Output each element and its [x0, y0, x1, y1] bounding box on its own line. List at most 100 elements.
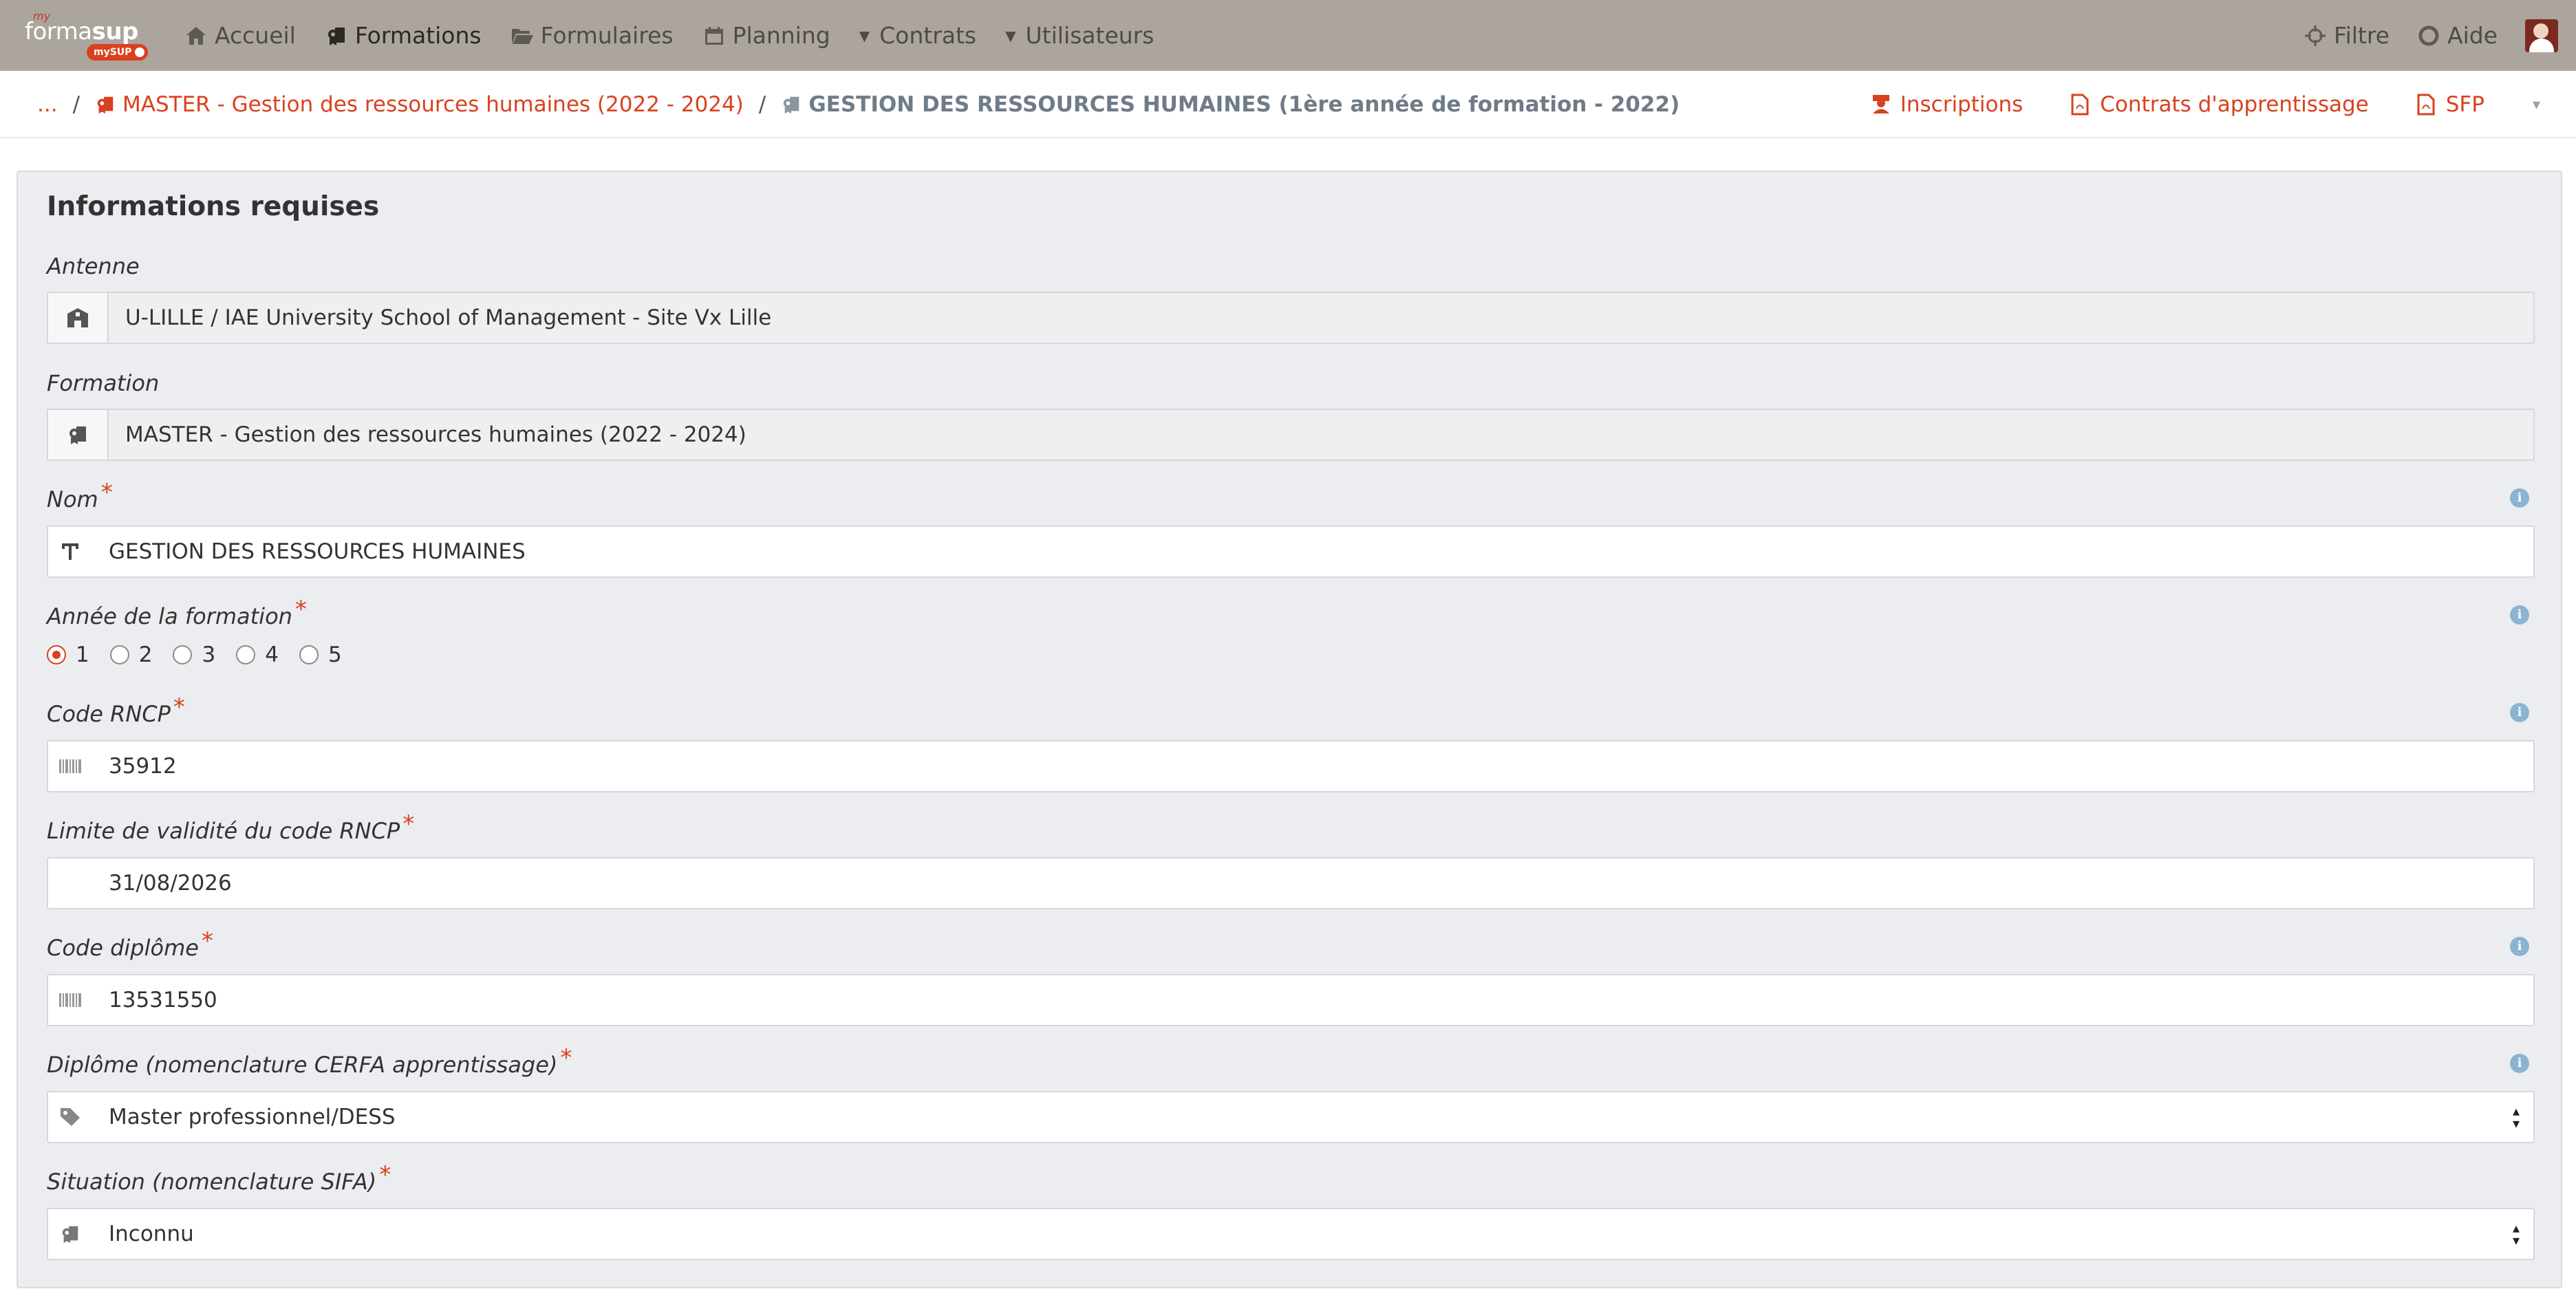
annee-radio-5[interactable]: 5 — [299, 642, 342, 667]
required-info-panel: Informations requises Antenne U-LILLE / … — [17, 171, 2562, 1288]
top-navbar: my formasup mySUP Accueil Formations For… — [0, 0, 2576, 71]
panel-title: Informations requises — [47, 191, 380, 222]
nav-item-label: Formations — [354, 22, 482, 49]
annee-radio-group: 1 2 3 4 5 — [47, 642, 363, 667]
limite-value: 31/08/2026 — [109, 871, 232, 896]
formation-icon — [781, 94, 802, 115]
info-icon[interactable]: i — [2510, 703, 2529, 722]
calendar-icon — [48, 858, 92, 908]
contrats-link[interactable]: Contrats d'apprentissage — [2071, 92, 2369, 117]
pdf-file-icon — [2071, 94, 2090, 116]
breadcrumb-parent[interactable]: MASTER - Gestion des ressources humaines… — [95, 92, 744, 117]
annee-radio-3[interactable]: 3 — [173, 642, 215, 667]
select-arrows-icon: ▴ ▾ — [2512, 1220, 2520, 1248]
formasup-logo[interactable]: my formasup mySUP — [25, 7, 149, 62]
radio-dot[interactable] — [47, 645, 66, 664]
diplome-code-input[interactable]: 13531550 — [47, 974, 2535, 1026]
nav-item-formations[interactable]: Formations — [325, 0, 482, 71]
antenne-field: U-LILLE / IAE University School of Manag… — [47, 292, 2535, 344]
formation-icon — [48, 1209, 92, 1259]
logo-badge: mySUP — [87, 44, 149, 61]
caret-down-icon: ▼ — [1005, 27, 1016, 44]
formation-icon — [48, 410, 109, 459]
diplome-code-value: 13531550 — [109, 988, 217, 1012]
nav-item-formulaires[interactable]: Formulaires — [511, 0, 674, 71]
nav-item-planning[interactable]: Planning — [702, 0, 830, 71]
required-asterisk: * — [294, 596, 307, 623]
select-arrows-icon: ▴ ▾ — [2512, 1103, 2520, 1131]
formation-icon — [95, 94, 116, 115]
breadcrumb-current-label: GESTION DES RESSOURCES HUMAINES (1ère an… — [808, 92, 1680, 117]
radio-dot[interactable] — [299, 645, 319, 664]
limite-label: Limite de validité du code RNCP * — [47, 810, 415, 844]
formation-value: MASTER - Gestion des ressources humaines… — [125, 422, 747, 447]
caret-down-icon: ▼ — [859, 27, 870, 44]
radio-dot[interactable] — [236, 645, 256, 664]
annee-radio-2[interactable]: 2 — [109, 642, 152, 667]
limite-date-input[interactable]: 31/08/2026 — [47, 857, 2535, 909]
annee-label: Année de la formation * — [47, 596, 307, 629]
user-avatar[interactable] — [2525, 19, 2558, 52]
sifa-label: Situation (nomenclature SIFA) * — [47, 1161, 391, 1195]
nom-input[interactable]: GESTION DES RESSOURCES HUMAINES — [47, 526, 2535, 578]
nav-item-label: Contrats — [879, 22, 977, 49]
info-icon[interactable]: i — [2510, 1054, 2529, 1073]
text-icon — [48, 527, 92, 576]
sfp-link[interactable]: SFP — [2417, 92, 2484, 117]
nav-item-filtre[interactable]: Filtre — [2304, 0, 2390, 71]
annee-radio-4[interactable]: 4 — [236, 642, 279, 667]
calendar-icon — [702, 24, 726, 47]
contrats-label: Contrats d'apprentissage — [2100, 92, 2369, 117]
formation-field: MASTER - Gestion des ressources humaines… — [47, 409, 2535, 461]
required-asterisk: * — [560, 1044, 572, 1072]
nom-value: GESTION DES RESSOURCES HUMAINES — [109, 539, 526, 564]
nav-item-label: Planning — [732, 22, 830, 49]
nav-item-aide[interactable]: Aide — [2417, 0, 2498, 71]
breadcrumb-parent-label: MASTER - Gestion des ressources humaines… — [122, 92, 744, 117]
nav-item-contrats[interactable]: ▼ Contrats — [859, 0, 976, 71]
cerfa-select[interactable]: Master professionnel/DESS ▴ ▾ — [47, 1091, 2535, 1143]
nav-item-label: Formulaires — [540, 22, 674, 49]
antenne-value: U-LILLE / IAE University School of Manag… — [125, 305, 772, 330]
radio-dot[interactable] — [173, 645, 193, 664]
action-links: Inscriptions Contrats d'apprentissage SF… — [1871, 71, 2576, 138]
info-icon[interactable]: i — [2510, 937, 2529, 956]
info-icon[interactable]: i — [2510, 605, 2529, 625]
nav-item-utilisateurs[interactable]: ▼ Utilisateurs — [1005, 0, 1154, 71]
sifa-select[interactable]: Inconnu ▴ ▾ — [47, 1208, 2535, 1260]
breadcrumb: ... / MASTER - Gestion des ressources hu… — [37, 71, 1679, 138]
nav-item-label: Accueil — [215, 22, 296, 49]
rncp-input[interactable]: 35912 — [47, 740, 2535, 792]
lifebuoy-icon — [2417, 24, 2440, 47]
rncp-value: 35912 — [109, 754, 177, 779]
required-asterisk: * — [173, 693, 185, 721]
sfp-label: SFP — [2445, 92, 2484, 117]
main-nav: Accueil Formations Formulaires Planning … — [184, 0, 1183, 71]
sifa-value: Inconnu — [109, 1222, 194, 1246]
required-asterisk: * — [402, 810, 415, 838]
breadcrumb-separator: / — [72, 92, 80, 117]
logo-main-text: formasup — [25, 18, 138, 45]
nav-item-accueil[interactable]: Accueil — [184, 0, 296, 71]
nom-label: Nom * — [47, 479, 113, 512]
tag-icon — [48, 1092, 92, 1142]
more-actions-caret[interactable]: ▾ — [2533, 96, 2540, 113]
nav-right: Filtre Aide — [2304, 0, 2576, 71]
annee-radio-1[interactable]: 1 — [47, 642, 89, 667]
diplome-code-label: Code diplôme * — [47, 927, 213, 961]
user-icon — [1871, 94, 1891, 116]
info-icon[interactable]: i — [2510, 488, 2529, 508]
inscriptions-label: Inscriptions — [1900, 92, 2024, 117]
inscriptions-link[interactable]: Inscriptions — [1871, 92, 2024, 117]
barcode-icon — [48, 741, 92, 791]
radio-dot[interactable] — [109, 645, 129, 664]
breadcrumb-ellipsis[interactable]: ... — [37, 92, 58, 117]
cerfa-value: Master professionnel/DESS — [109, 1105, 396, 1129]
folder-open-icon — [511, 24, 534, 47]
breadcrumb-current: GESTION DES RESSOURCES HUMAINES (1ère an… — [781, 92, 1679, 117]
breadcrumb-separator: / — [758, 92, 766, 117]
pdf-file-icon — [2417, 94, 2436, 116]
rncp-label: Code RNCP * — [47, 693, 185, 727]
nav-item-label: Aide — [2447, 22, 2498, 49]
required-asterisk: * — [201, 927, 213, 955]
